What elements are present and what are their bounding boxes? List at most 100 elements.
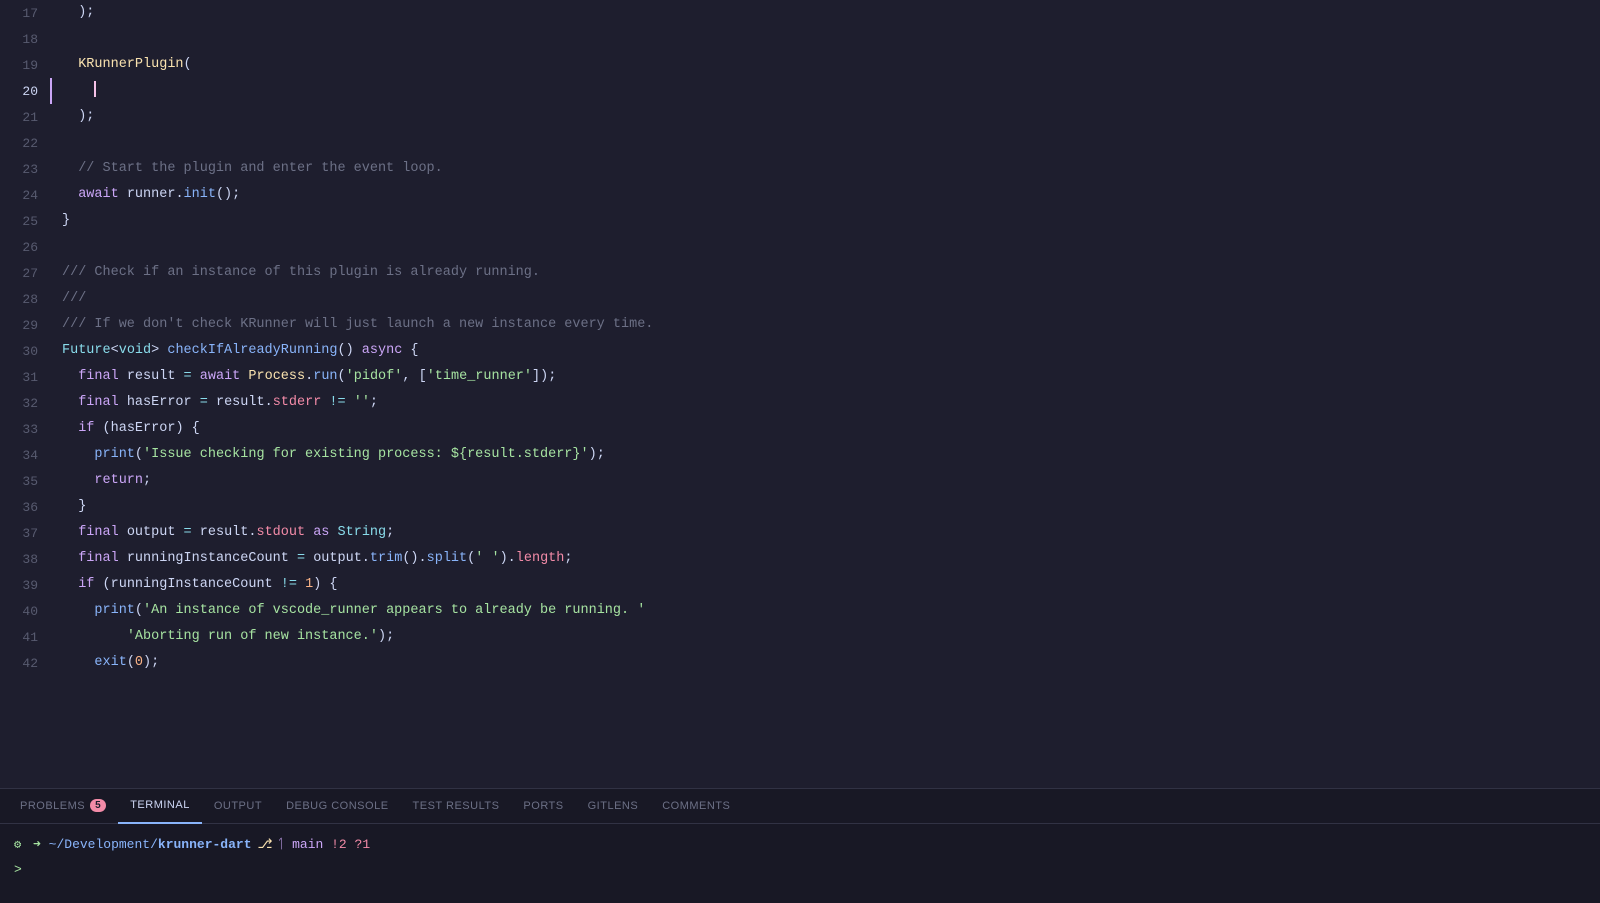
line-num-31: 31 xyxy=(0,370,50,385)
line-content-37: final output = result.stdout as String; xyxy=(50,520,394,546)
code-line-23: 23 // Start the plugin and enter the eve… xyxy=(0,156,1600,182)
code-line-32: 32 final hasError = result.stderr != ''; xyxy=(0,390,1600,416)
code-line-36: 36 } xyxy=(0,494,1600,520)
line-num-20: 20 xyxy=(0,84,50,99)
code-line-37: 37 final output = result.stdout as Strin… xyxy=(0,520,1600,546)
line-content-25: } xyxy=(50,208,70,234)
code-line-24: 24 await runner.init(); xyxy=(0,182,1600,208)
line-content-38: final runningInstanceCount = output.trim… xyxy=(50,546,572,572)
line-num-19: 19 xyxy=(0,58,50,73)
tab-problems-badge: 5 xyxy=(90,799,106,812)
terminal-panel[interactable]: ⚙ ➜ ~/Development/krunner-dart ⎇ ᛐ main … xyxy=(0,823,1600,903)
line-num-21: 21 xyxy=(0,110,50,125)
code-line-39: 39 if (runningInstanceCount != 1) { xyxy=(0,572,1600,598)
tab-terminal[interactable]: TERMINAL xyxy=(118,789,202,824)
line-num-40: 40 xyxy=(0,604,50,619)
code-line-27: 27 /// Check if an instance of this plug… xyxy=(0,260,1600,286)
line-content-19: KRunnerPlugin( xyxy=(50,52,192,78)
line-num-26: 26 xyxy=(0,240,50,255)
line-num-34: 34 xyxy=(0,448,50,463)
code-line-25: 25 } xyxy=(0,208,1600,234)
line-num-22: 22 xyxy=(0,136,50,151)
line-num-37: 37 xyxy=(0,526,50,541)
line-content-20 xyxy=(50,78,96,104)
tab-comments-label: COMMENTS xyxy=(662,800,730,812)
code-line-38: 38 final runningInstanceCount = output.t… xyxy=(0,546,1600,572)
terminal-branch-name: main xyxy=(284,837,323,852)
line-num-28: 28 xyxy=(0,292,50,307)
code-line-29: 29 /// If we don't check KRunner will ju… xyxy=(0,312,1600,338)
code-line-33: 33 if (hasError) { xyxy=(0,416,1600,442)
panel-tabs: PROBLEMS 5 TERMINAL OUTPUT DEBUG CONSOLE… xyxy=(0,788,1600,823)
tab-ports-label: PORTS xyxy=(523,800,563,812)
tab-output[interactable]: OUTPUT xyxy=(202,789,274,824)
line-num-41: 41 xyxy=(0,630,50,645)
line-content-31: final result = await Process.run('pidof'… xyxy=(50,364,556,390)
code-line-31: 31 final result = await Process.run('pid… xyxy=(0,364,1600,390)
line-content-39: if (runningInstanceCount != 1) { xyxy=(50,572,338,598)
tab-ports[interactable]: PORTS xyxy=(511,789,575,824)
tab-problems[interactable]: PROBLEMS 5 xyxy=(8,789,118,824)
terminal-git-icon: ⎇ xyxy=(258,837,273,852)
text-cursor xyxy=(94,81,96,97)
line-content-40: print('An instance of vscode_runner appe… xyxy=(50,598,645,624)
code-line-19: 19 KRunnerPlugin( xyxy=(0,52,1600,78)
tab-test-results[interactable]: TEST RESULTS xyxy=(401,789,512,824)
tab-debug-console[interactable]: DEBUG CONSOLE xyxy=(274,789,400,824)
line-content-33: if (hasError) { xyxy=(50,416,200,442)
line-content-28: /// xyxy=(50,286,86,312)
code-line-17: 17 ); xyxy=(0,0,1600,26)
line-num-33: 33 xyxy=(0,422,50,437)
line-content-36: } xyxy=(50,494,86,520)
code-line-42: 42 exit(0); xyxy=(0,650,1600,676)
terminal-path-text: ~/Development/ xyxy=(49,837,158,852)
terminal-tilde: ➜ xyxy=(25,837,48,852)
terminal-path-line: ⚙ ➜ ~/Development/krunner-dart ⎇ ᛐ main … xyxy=(14,832,1586,856)
tab-comments[interactable]: COMMENTS xyxy=(650,789,742,824)
code-line-30: 30 Future<void> checkIfAlreadyRunning() … xyxy=(0,338,1600,364)
line-num-23: 23 xyxy=(0,162,50,177)
tab-gitlens[interactable]: GITLENS xyxy=(576,789,651,824)
tab-terminal-label: TERMINAL xyxy=(130,799,190,811)
code-editor: 17 ); 18 19 KRunnerPlugin( 20 21 ); 22 xyxy=(0,0,1600,788)
line-num-36: 36 xyxy=(0,500,50,515)
line-num-42: 42 xyxy=(0,656,50,671)
code-line-26: 26 xyxy=(0,234,1600,260)
line-content-21: ); xyxy=(50,104,94,130)
tab-gitlens-label: GITLENS xyxy=(588,800,639,812)
terminal-branch-icon: ᛐ xyxy=(277,837,285,852)
tab-test-results-label: TEST RESULTS xyxy=(413,800,500,812)
line-content-32: final hasError = result.stderr != ''; xyxy=(50,390,378,416)
line-content-34: print('Issue checking for existing proce… xyxy=(50,442,605,468)
code-line-21: 21 ); xyxy=(0,104,1600,130)
line-num-24: 24 xyxy=(0,188,50,203)
line-num-35: 35 xyxy=(0,474,50,489)
line-content-30: Future<void> checkIfAlreadyRunning() asy… xyxy=(50,338,419,364)
terminal-project-name: krunner-dart xyxy=(158,837,252,852)
code-line-28: 28 /// xyxy=(0,286,1600,312)
terminal-shell-icon: ⚙ xyxy=(14,837,21,852)
code-line-22: 22 xyxy=(0,130,1600,156)
line-num-29: 29 xyxy=(0,318,50,333)
line-content-17: ); xyxy=(50,0,94,26)
line-num-25: 25 xyxy=(0,214,50,229)
tab-output-label: OUTPUT xyxy=(214,800,262,812)
terminal-status-text: !2 ?1 xyxy=(323,837,370,852)
line-num-32: 32 xyxy=(0,396,50,411)
line-num-38: 38 xyxy=(0,552,50,567)
line-content-23: // Start the plugin and enter the event … xyxy=(50,156,443,182)
line-content-24: await runner.init(); xyxy=(50,182,240,208)
line-num-27: 27 xyxy=(0,266,50,281)
code-line-18: 18 xyxy=(0,26,1600,52)
code-line-20: 20 xyxy=(0,78,1600,104)
code-line-35: 35 return; xyxy=(0,468,1600,494)
line-content-35: return; xyxy=(50,468,151,494)
code-line-40: 40 print('An instance of vscode_runner a… xyxy=(0,598,1600,624)
line-num-39: 39 xyxy=(0,578,50,593)
line-num-17: 17 xyxy=(0,6,50,21)
line-content-29: /// If we don't check KRunner will just … xyxy=(50,312,653,338)
line-num-18: 18 xyxy=(0,32,50,47)
code-lines: 17 ); 18 19 KRunnerPlugin( 20 21 ); 22 xyxy=(0,0,1600,788)
line-num-30: 30 xyxy=(0,344,50,359)
terminal-prompt-line[interactable]: > xyxy=(14,856,1586,880)
